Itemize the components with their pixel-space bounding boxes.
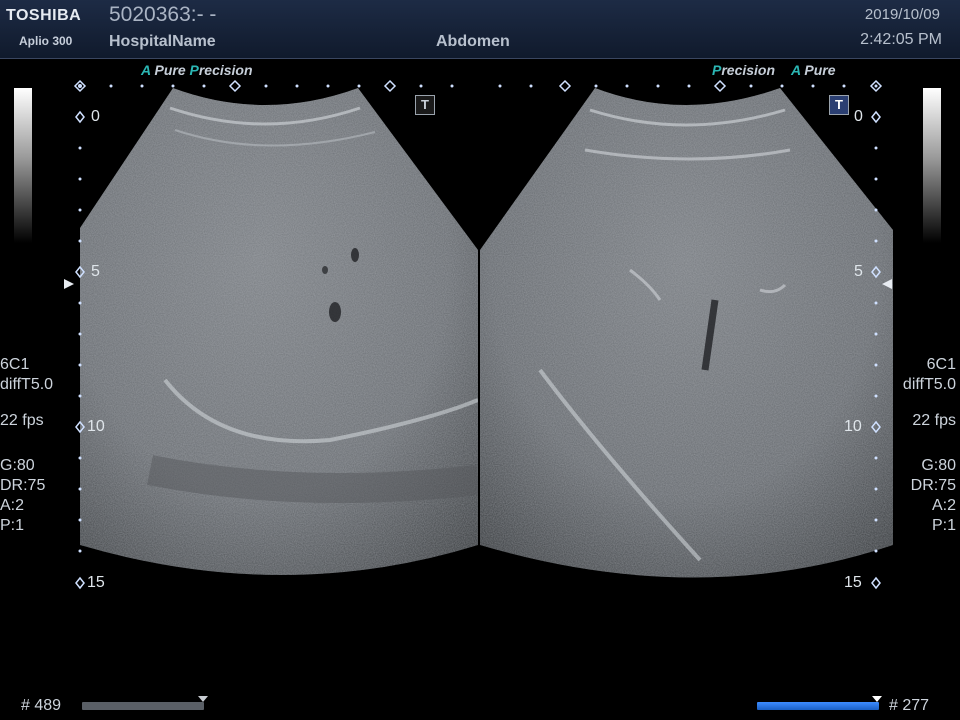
right-probe: 6C1 (926, 356, 956, 373)
left-a-value: A:2 (0, 497, 25, 514)
right-depth-label-5: 5 (854, 263, 863, 280)
left-fps: 22 fps (0, 412, 44, 429)
left-probe-info: 6C1 diffT5.0 (0, 355, 53, 395)
left-depth-label-0: 0 (91, 108, 100, 125)
left-t-marker[interactable]: T (415, 95, 435, 115)
right-frame-counter: # 277 (889, 697, 930, 714)
left-depth-label-5: 5 (91, 263, 100, 280)
right-ultrasound-image[interactable] (470, 80, 900, 600)
left-focus-arrow-icon[interactable] (64, 279, 74, 289)
left-probe: 6C1 (0, 356, 30, 373)
right-preset: diffT5.0 (902, 376, 956, 393)
right-fps: 22 fps (912, 412, 956, 429)
left-mode-tag: A Pure Precision (141, 62, 253, 78)
left-params: G:80 DR:75 A:2 P:1 (0, 456, 45, 536)
right-depth-label-10: 10 (844, 418, 862, 435)
right-gain: G:80 (921, 457, 956, 474)
left-ultrasound-image[interactable] (70, 80, 490, 600)
right-top-scale (498, 84, 878, 88)
left-top-scale (78, 84, 454, 88)
right-dynamic-range: DR:75 (910, 477, 956, 494)
right-probe-info: 6C1 diffT5.0 (903, 355, 956, 395)
left-depth-label-10: 10 (87, 418, 105, 435)
left-dynamic-range: DR:75 (0, 477, 46, 494)
focus-markers (73, 79, 883, 93)
right-depth-label-15: 15 (844, 574, 862, 591)
left-p-value: P:1 (0, 517, 25, 534)
right-grayscale-bar (923, 88, 941, 243)
right-params: G:80 DR:75 A:2 P:1 (911, 456, 956, 536)
left-preset: diffT5.0 (0, 376, 54, 393)
right-t-marker[interactable]: T (829, 95, 849, 115)
left-grayscale-bar (14, 88, 32, 243)
left-gain: G:80 (0, 457, 35, 474)
ultrasound-display (64, 79, 900, 702)
left-cine-bar[interactable] (82, 702, 204, 710)
right-mode-tag: Precision A Pure (712, 62, 836, 78)
right-depth-label-0: 0 (854, 108, 863, 125)
left-depth-label-15: 15 (87, 574, 105, 591)
right-p-value: P:1 (931, 517, 956, 534)
right-a-value: A:2 (931, 497, 956, 514)
left-frame-counter: # 489 (21, 697, 62, 714)
right-cine-bar[interactable] (757, 702, 879, 710)
